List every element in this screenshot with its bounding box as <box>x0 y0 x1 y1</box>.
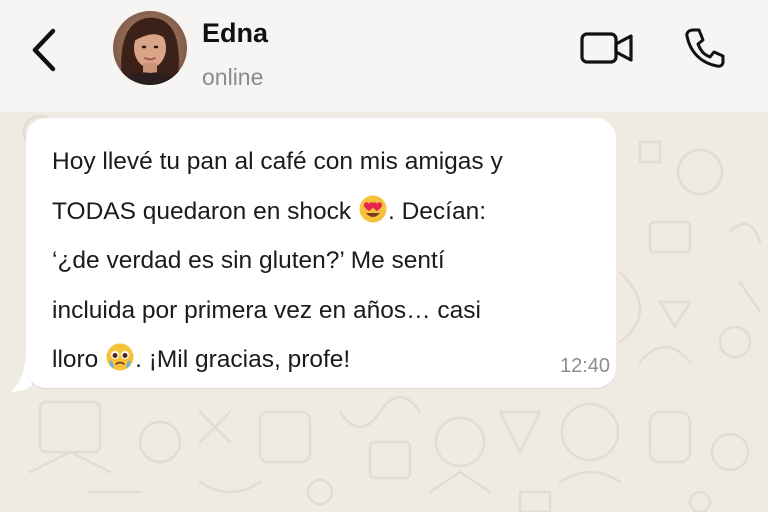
message-timestamp: 12:40 <box>560 355 611 377</box>
voice-call-button[interactable] <box>679 22 731 74</box>
contact-status: online <box>202 64 264 90</box>
chevron-left-icon <box>32 28 56 72</box>
phone-icon <box>685 28 725 68</box>
message-line: TODAS quedaron en shock . Decían: <box>52 187 612 237</box>
video-camera-icon <box>580 32 633 64</box>
heart-eyes-emoji <box>359 195 387 222</box>
video-call-button[interactable] <box>575 24 639 72</box>
message-line: incluida por primera vez en años… casi <box>52 296 481 324</box>
chat-area[interactable]: Hoy llevé tu pan al café con mis amigas … <box>0 112 768 512</box>
message-line: Hoy llevé tu pan al café con mis amigas … <box>52 148 503 175</box>
message-bubble[interactable]: Hoy llevé tu pan al café con mis amigas … <box>8 118 616 392</box>
chat-header: Edna online <box>0 0 768 112</box>
avatar[interactable] <box>113 11 187 85</box>
contact-name[interactable]: Edna <box>202 17 268 49</box>
message-line: ‘¿de verdad es sin gluten?’ Me sentí <box>52 247 445 274</box>
back-button[interactable] <box>22 24 66 76</box>
pleading-tears-emoji <box>106 343 134 371</box>
message-text: Hoy llevé tu pan al café con mis amigas … <box>52 137 612 385</box>
message-line: lloro . ¡Mil gracias, profe! <box>52 335 612 385</box>
